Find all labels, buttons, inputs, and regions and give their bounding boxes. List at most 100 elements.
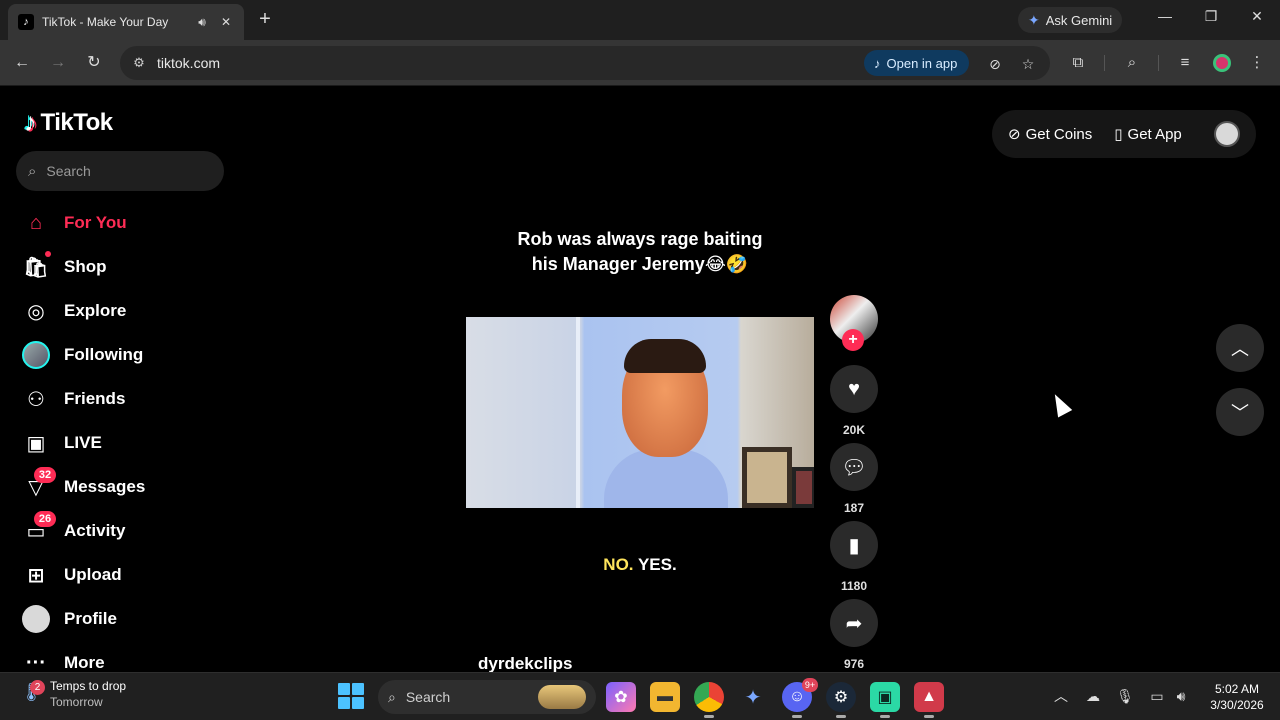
weather-badge: 2 xyxy=(30,680,45,695)
android-app-icon[interactable]: ▣ xyxy=(870,682,900,718)
sidebar-item-shop[interactable]: 🛍︎ Shop xyxy=(16,245,226,289)
save-action[interactable]: ▮ 1180 xyxy=(830,521,878,593)
display-icon[interactable]: ▭ xyxy=(1148,687,1166,705)
minimize-icon[interactable]: — xyxy=(1153,8,1177,24)
browser-profile-avatar[interactable] xyxy=(1213,54,1231,72)
video-author[interactable]: dyrdekclips xyxy=(478,654,573,672)
following-avatar xyxy=(22,341,50,369)
like-action[interactable]: ♥ 20K xyxy=(830,365,878,437)
activity-icon: ▭ 26 xyxy=(22,511,56,545)
sidebar-item-profile[interactable]: Profile xyxy=(16,597,226,641)
browser-menu-icon[interactable]: ⋮ xyxy=(1246,52,1268,74)
open-in-app-button[interactable]: ♪ Open in app xyxy=(864,50,970,76)
tiktok-page: ♪ TikTok ⌕ ⌂ For You 🛍︎ Shop ◎ Explore F… xyxy=(0,87,1280,672)
media-control-icon[interactable]: ≡ xyxy=(1174,52,1196,74)
speaker-icon[interactable]: 🔊︎ xyxy=(194,15,210,30)
share-arrow-icon[interactable]: ➦ xyxy=(830,599,878,647)
close-window-icon[interactable]: ✕ xyxy=(1245,8,1269,25)
chrome-icon[interactable] xyxy=(694,682,724,718)
sidebar-item-label: LIVE xyxy=(64,433,102,452)
sidebar-item-label: Upload xyxy=(64,565,122,584)
upload-plus-icon: ⊞ xyxy=(27,564,45,587)
search-box[interactable]: ⌕ xyxy=(16,151,224,191)
compass-icon: ◎ xyxy=(27,300,45,323)
video-actions: + ♥ 20K 💬︎ 187 ▮ 1180 ➦ 976 xyxy=(830,295,878,671)
follow-plus-icon[interactable]: + xyxy=(842,329,864,351)
mouse-cursor-icon xyxy=(1047,390,1073,418)
close-tab-icon[interactable]: ✕ xyxy=(218,15,234,29)
reload-icon[interactable]: ↻ xyxy=(83,52,105,74)
system-clock[interactable]: 5:02 AM 3/30/2026 xyxy=(1200,681,1274,713)
search-icon: ⌕ xyxy=(28,162,37,180)
sidebar-item-friends[interactable]: ⚇ Friends xyxy=(16,377,226,421)
discord-icon[interactable]: ☺ 9+ xyxy=(782,678,818,718)
microphone-icon[interactable]: 🎙︎ xyxy=(1116,687,1134,705)
comment-count: 187 xyxy=(843,501,865,515)
copilot-icon[interactable]: ✿ xyxy=(606,682,636,712)
bookmark-star-icon[interactable]: ☆ xyxy=(1018,54,1038,74)
discord-badge: 9+ xyxy=(802,678,818,692)
sidebar-item-messages[interactable]: ▽ 32 Messages xyxy=(16,465,226,509)
previous-video-button[interactable]: ︿ xyxy=(1216,324,1264,372)
sidebar-item-label: Activity xyxy=(64,521,126,540)
get-coins-button[interactable]: ⊘ Get Coins xyxy=(1008,125,1092,144)
eye-slash-icon[interactable]: ⊘ xyxy=(985,54,1005,74)
back-arrow-icon[interactable]: ← xyxy=(11,52,33,74)
sidebar-item-upload[interactable]: ⊞ Upload xyxy=(16,553,226,597)
file-explorer-icon[interactable]: ▬ xyxy=(650,682,680,712)
live-tv-icon: ▣ xyxy=(26,432,46,455)
site-info-icon[interactable]: ⚙ xyxy=(130,54,148,72)
user-avatar[interactable] xyxy=(1214,121,1240,147)
ask-gemini-button[interactable]: ✦ Ask Gemini xyxy=(1018,7,1123,33)
video-player[interactable] xyxy=(466,317,814,508)
address-bar[interactable]: ⚙ tiktok.com ♪ Open in app ⊘ ☆ xyxy=(120,46,1050,80)
sidebar-item-following[interactable]: Following xyxy=(16,333,226,377)
gemini-app-icon[interactable]: ✦ xyxy=(738,682,768,712)
extensions-puzzle-icon[interactable]: ⧉ xyxy=(1067,52,1089,74)
sidebar-item-label: Profile xyxy=(64,609,117,628)
toolbar-divider xyxy=(1158,55,1159,71)
share-action[interactable]: ➦ 976 xyxy=(830,599,878,671)
save-count: 1180 xyxy=(840,579,868,593)
game-app-icon[interactable]: ▲ xyxy=(914,682,944,718)
friends-icon: ⚇ xyxy=(27,388,45,411)
top-actions: ⊘ Get Coins ▯ Get App xyxy=(992,110,1256,158)
new-tab-button[interactable]: + xyxy=(254,8,276,30)
sidebar-item-label: Explore xyxy=(64,301,127,320)
weather-line2: Tomorrow xyxy=(50,695,103,709)
volume-icon[interactable]: 🔊︎ xyxy=(1172,687,1190,705)
restore-icon[interactable]: ❐ xyxy=(1199,8,1223,25)
search-input[interactable] xyxy=(46,163,197,179)
sidebar-item-more[interactable]: ··· More xyxy=(16,641,226,673)
url-text[interactable]: tiktok.com xyxy=(157,55,220,71)
steam-icon[interactable]: ⚙ xyxy=(826,682,856,718)
sidebar-item-label: For You xyxy=(64,213,127,232)
sidebar-item-label: Following xyxy=(64,345,144,364)
tab-search-icon[interactable]: ⌕ xyxy=(1121,52,1143,74)
get-app-button[interactable]: ▯ Get App xyxy=(1114,125,1181,144)
windows-taskbar: 🌡︎2 Temps to drop Tomorrow ⌕ Search ✿ ▬ … xyxy=(0,672,1280,720)
sidebar-item-for-you[interactable]: ⌂ For You xyxy=(16,201,226,245)
forward-arrow-icon[interactable]: → xyxy=(47,52,69,74)
search-icon: ⌕ xyxy=(388,688,396,705)
show-hidden-icons-chevron-icon[interactable]: ︿ xyxy=(1052,687,1070,705)
tiktok-note-icon: ♪ xyxy=(874,55,881,71)
sidebar-item-label: Messages xyxy=(64,477,146,496)
weather-widget[interactable]: 🌡︎2 Temps to drop Tomorrow xyxy=(20,679,126,709)
comment-icon[interactable]: 💬︎ xyxy=(830,443,878,491)
next-video-button[interactable]: ﹀ xyxy=(1216,388,1264,436)
browser-tab-tiktok[interactable]: ♪ TikTok - Make Your Day 🔊︎ ✕ xyxy=(8,4,244,40)
tiktok-logo[interactable]: ♪ TikTok xyxy=(24,107,113,138)
bookmark-icon[interactable]: ▮ xyxy=(830,521,878,569)
sidebar-item-live[interactable]: ▣ LIVE xyxy=(16,421,226,465)
sidebar-item-activity[interactable]: ▭ 26 Activity xyxy=(16,509,226,553)
network-warning-icon[interactable]: ☁ xyxy=(1084,687,1102,705)
creator-avatar[interactable]: + xyxy=(830,295,878,351)
comment-action[interactable]: 💬︎ 187 xyxy=(830,443,878,515)
sidebar-item-explore[interactable]: ◎ Explore xyxy=(16,289,226,333)
phone-icon: ▯ xyxy=(1114,126,1123,143)
taskbar-search[interactable]: ⌕ Search xyxy=(378,680,596,714)
clock-time: 5:02 AM xyxy=(1214,682,1260,696)
heart-icon[interactable]: ♥ xyxy=(830,365,878,413)
start-windows-icon[interactable] xyxy=(338,683,364,709)
